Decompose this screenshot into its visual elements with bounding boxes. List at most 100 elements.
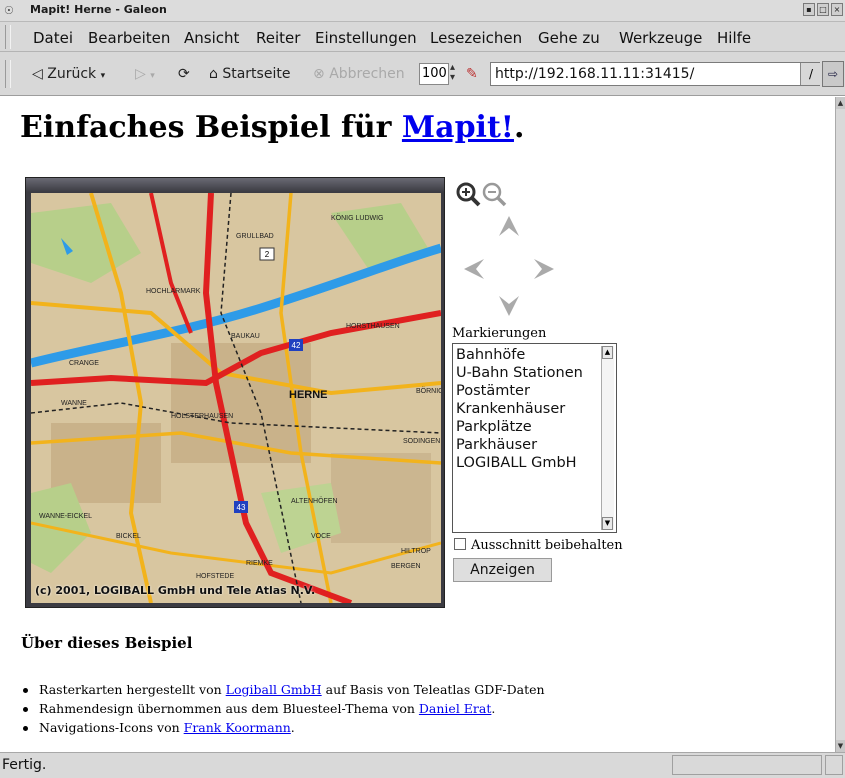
map-district-label: ALTENHÖFEN [291, 497, 338, 505]
marker-option[interactable]: Bahnhöfe [456, 346, 525, 364]
forward-dropdown-icon[interactable]: ▾ [150, 71, 155, 81]
home-label: Startseite [222, 66, 291, 82]
menu-reiter[interactable]: Reiter [256, 29, 300, 47]
markers-listbox[interactable]: Bahnhöfe U-Bahn Stationen Postämter Kran… [452, 343, 617, 533]
marker-option[interactable]: LOGIBALL GmbH [456, 454, 577, 472]
about-text: . [290, 720, 295, 735]
show-button[interactable]: Anzeigen [453, 558, 552, 582]
home-button[interactable]: ⌂ Startseite [209, 66, 290, 82]
about-text: Rasterkarten hergestellt von [39, 682, 226, 697]
forward-button[interactable]: ▷ ▾ [135, 66, 155, 82]
markers-label: Markierungen [452, 326, 547, 341]
zoom-spinner-icon[interactable]: ▴ ▾ [450, 63, 455, 83]
scroll-down-icon[interactable]: ▼ [602, 517, 613, 530]
map-district-label: VOCE [311, 533, 331, 540]
navigation-toolbar: ◁ Zurück ▾ ▷ ▾ ⟳ ⌂ Startseite ⊗ Abbreche… [0, 52, 845, 96]
galeon-app-icon: ☉ [4, 4, 14, 17]
map-district-label: WANNE [61, 400, 87, 407]
marker-option[interactable]: Krankenhäuser [456, 400, 565, 418]
bullet-icon [23, 688, 28, 693]
listbox-scrollbar[interactable]: ▲ ▼ [601, 346, 614, 530]
map-district-label: SODINGEN [403, 438, 440, 445]
menu-gehe-zu[interactable]: Gehe zu [538, 29, 600, 47]
reload-icon[interactable]: ⟳ [178, 66, 190, 82]
map-frame-topbar [26, 178, 444, 192]
page-proxy-icon[interactable]: ✎ [466, 66, 478, 82]
zoom-out-icon[interactable] [482, 182, 507, 207]
menu-bearbeiten[interactable]: Bearbeiten [88, 29, 170, 47]
menubar-grip[interactable] [5, 25, 11, 49]
menu-werkzeuge[interactable]: Werkzeuge [619, 29, 702, 47]
go-icon[interactable]: ⇨ [822, 61, 844, 87]
road-sign-label: 2 [265, 250, 270, 259]
menu-datei[interactable]: Datei [33, 29, 73, 47]
status-security-icon[interactable] [825, 755, 843, 775]
status-text: Fertig. [2, 757, 47, 773]
url-dropdown-icon[interactable]: / [800, 63, 821, 85]
close-icon[interactable]: × [831, 3, 843, 16]
map-image[interactable]: 2 42 43 KÖNIG LUDWIG CRANGE BAUKAU HORST… [31, 193, 441, 603]
map-urban-area [331, 453, 431, 543]
menu-ansicht[interactable]: Ansicht [184, 29, 239, 47]
scroll-up-icon[interactable]: ▲ [602, 346, 613, 359]
stop-button[interactable]: ⊗ Abbrechen [313, 66, 405, 82]
menu-hilfe[interactable]: Hilfe [717, 29, 751, 47]
logiball-link[interactable]: Logiball GmbH [226, 682, 322, 697]
zoom-input[interactable]: 100 [419, 63, 449, 85]
bullet-icon [23, 726, 28, 731]
about-text: . [491, 701, 496, 716]
toolbar-grip[interactable] [5, 60, 11, 88]
road-sign-label: 43 [237, 503, 246, 512]
scroll-down-icon[interactable]: ▼ [836, 740, 845, 752]
scroll-up-icon[interactable]: ▲ [836, 97, 845, 109]
map-frame: 2 42 43 KÖNIG LUDWIG CRANGE BAUKAU HORST… [25, 177, 445, 608]
window-buttons: ▪ □ × [803, 3, 843, 16]
back-button[interactable]: ◁ Zurück ▾ [32, 66, 105, 82]
marker-option[interactable]: Parkhäuser [456, 436, 537, 454]
marker-option[interactable]: Parkplätze [456, 418, 532, 436]
maximize-icon[interactable]: □ [817, 3, 829, 16]
map-city-label: HERNE [289, 389, 328, 401]
map-district-label: BAUKAU [231, 333, 260, 340]
keep-view-checkbox[interactable] [454, 538, 466, 550]
back-arrow-icon: ◁ [32, 66, 43, 82]
stop-icon: ⊗ [313, 66, 325, 82]
list-item: Navigations-Icons von Frank Koormann. [20, 719, 545, 738]
menu-bar: Datei Bearbeiten Ansicht Reiter Einstell… [0, 22, 845, 52]
window-titlebar: ☉ Mapit! Herne - Galeon ▪ □ × [0, 0, 845, 22]
map-district-label: KÖNIG LUDWIG [331, 214, 384, 222]
back-dropdown-icon[interactable]: ▾ [101, 71, 106, 81]
url-field[interactable]: http://192.168.11.11:31415/ [490, 62, 820, 86]
menu-einstellungen[interactable]: Einstellungen [315, 29, 417, 47]
map-district-label: HOLSTERHAUSEN [171, 413, 233, 420]
daniel-erat-link[interactable]: Daniel Erat [419, 701, 491, 716]
pan-south-icon[interactable] [499, 296, 519, 316]
marker-option[interactable]: U-Bahn Stationen [456, 364, 583, 382]
status-panel [672, 755, 822, 775]
zoom-in-icon[interactable] [456, 182, 481, 207]
pan-east-icon[interactable] [534, 259, 554, 279]
map-district-label: HOCHLARMARK [146, 288, 201, 295]
back-label: Zurück [47, 66, 97, 82]
about-text: Navigations-Icons von [39, 720, 184, 735]
heading-suffix: . [513, 110, 525, 145]
menu-lesezeichen[interactable]: Lesezeichen [430, 29, 522, 47]
pan-west-icon[interactable] [464, 259, 484, 279]
mapit-link[interactable]: Mapit! [402, 110, 514, 145]
pan-north-icon[interactable] [499, 216, 519, 236]
list-item: Rahmendesign übernommen aus dem Bluestee… [20, 700, 545, 719]
minimize-icon[interactable]: ▪ [803, 3, 815, 16]
marker-option[interactable]: Postämter [456, 382, 530, 400]
map-district-label: BICKEL [116, 533, 141, 540]
about-text: auf Basis von Teleatlas GDF-Daten [321, 682, 545, 697]
stop-label: Abbrechen [329, 66, 405, 82]
home-icon: ⌂ [209, 66, 218, 82]
map-district-label: CRANGE [69, 360, 99, 367]
keep-view-row: Ausschnitt beibehalten [454, 538, 623, 553]
page-content: Einfaches Beispiel für Mapit!. 2 42 43 K… [0, 97, 835, 752]
map-district-label: HORSTHAUSEN [346, 323, 400, 330]
about-heading: Über dieses Beispiel [21, 634, 193, 652]
road-sign-label: 42 [292, 341, 301, 350]
frank-koormann-link[interactable]: Frank Koormann [184, 720, 291, 735]
page-scrollbar[interactable]: ▲ ▼ [835, 97, 845, 752]
